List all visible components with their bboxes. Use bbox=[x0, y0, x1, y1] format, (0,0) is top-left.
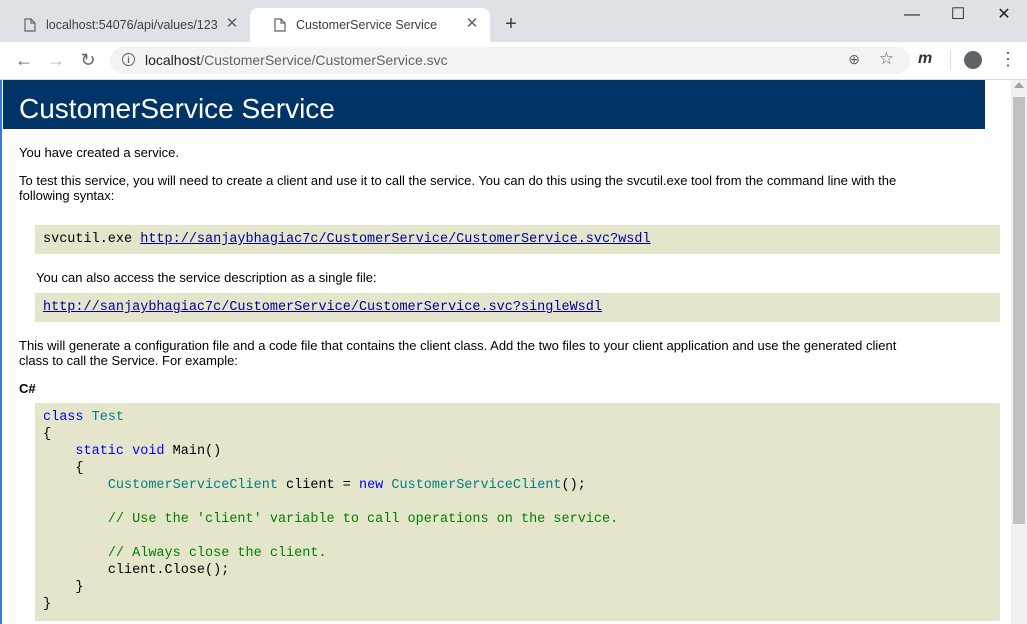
address-bar[interactable]: i localhost/CustomerService/CustomerServ… bbox=[110, 47, 910, 74]
code-type: CustomerServiceClient bbox=[107, 478, 278, 493]
scroll-up-arrow-icon[interactable] bbox=[1014, 82, 1024, 88]
back-button[interactable]: ← bbox=[12, 49, 36, 73]
url-text[interactable]: localhost/CustomerService/CustomerServic… bbox=[145, 52, 448, 68]
tab-strip: localhost:54076/api/values/123 ✕ Custome… bbox=[0, 0, 1027, 42]
maximize-button[interactable]: ☐ bbox=[935, 4, 981, 30]
svcutil-command-box: svcutil.exe http://sanjaybhagiac7c/Custo… bbox=[35, 225, 1000, 254]
code-line: Main() bbox=[172, 444, 222, 459]
code-line: client = bbox=[277, 478, 359, 493]
browser-menu-icon[interactable]: ⋮ bbox=[999, 49, 1017, 70]
window-edge bbox=[0, 80, 2, 624]
code-comment: // Always close the client. bbox=[107, 546, 327, 561]
code-line: { bbox=[75, 461, 84, 476]
site-info-icon[interactable]: i bbox=[122, 53, 135, 66]
scrollbar-thumb[interactable] bbox=[1013, 97, 1025, 524]
tab-title: CustomerService Service bbox=[296, 18, 438, 32]
svcutil-command: svcutil.exe bbox=[43, 232, 141, 247]
toolbar-divider bbox=[950, 50, 951, 70]
zoom-icon[interactable]: ⊕ bbox=[848, 51, 860, 68]
minimize-button[interactable]: — bbox=[889, 4, 935, 30]
reload-button[interactable]: ↻ bbox=[76, 49, 100, 73]
browser-toolbar: ← → ↻ i localhost/CustomerService/Custom… bbox=[0, 42, 1027, 80]
profile-avatar-icon[interactable] bbox=[964, 51, 982, 69]
tab-customer-service[interactable]: CustomerService Service ✕ bbox=[250, 8, 490, 42]
code-line: { bbox=[43, 427, 52, 442]
single-wsdl-box: http://sanjaybhagiac7c/CustomerService/C… bbox=[35, 293, 1000, 322]
code-comment: // Use the 'client' variable to call ope… bbox=[107, 512, 619, 527]
intro-text: You have created a service. bbox=[19, 145, 179, 160]
single-wsdl-link[interactable]: http://sanjaybhagiac7c/CustomerService/C… bbox=[43, 300, 602, 315]
single-file-text: You can also access the service descript… bbox=[36, 270, 377, 285]
forward-button[interactable]: → bbox=[44, 49, 68, 73]
page-icon bbox=[274, 18, 286, 32]
vertical-scrollbar[interactable] bbox=[1011, 80, 1027, 624]
code-keyword: static bbox=[75, 444, 125, 459]
close-window-button[interactable]: ✕ bbox=[981, 4, 1027, 30]
tab-title: localhost:54076/api/values/123 bbox=[46, 18, 218, 32]
page-content: CustomerService Service You have created… bbox=[0, 80, 1011, 624]
bookmark-star-icon[interactable]: ☆ bbox=[879, 49, 894, 69]
generate-text-line2: class to call the Service. For example: bbox=[19, 353, 238, 368]
test-instructions-line1: To test this service, you will need to c… bbox=[19, 173, 897, 188]
generate-text-line1: This will generate a configuration file … bbox=[19, 338, 897, 353]
wsdl-link[interactable]: http://sanjaybhagiac7c/CustomerService/C… bbox=[140, 232, 650, 247]
url-path: /CustomerService/CustomerService.svc bbox=[200, 52, 448, 68]
code-line: (); bbox=[561, 478, 586, 493]
code-line: } bbox=[75, 580, 84, 595]
new-tab-button[interactable]: + bbox=[500, 13, 522, 35]
language-label: C# bbox=[19, 381, 36, 396]
code-line: } bbox=[43, 597, 52, 612]
url-host: localhost bbox=[145, 52, 201, 68]
code-keyword: class bbox=[43, 410, 84, 425]
code-type: CustomerServiceClient bbox=[391, 478, 562, 493]
code-keyword: new bbox=[358, 478, 384, 493]
code-keyword: void bbox=[132, 444, 165, 459]
page-icon bbox=[24, 18, 36, 32]
test-instructions-line2: following syntax: bbox=[19, 188, 115, 203]
code-type: Test bbox=[91, 410, 125, 425]
close-tab-icon[interactable]: ✕ bbox=[464, 16, 480, 32]
code-sample-box: class Test { static void Main() { Custom… bbox=[35, 403, 1000, 621]
page-title: CustomerService Service bbox=[3, 80, 985, 129]
extension-m-icon[interactable]: m bbox=[918, 50, 932, 68]
close-tab-icon[interactable]: ✕ bbox=[224, 16, 240, 32]
tab-api-values[interactable]: localhost:54076/api/values/123 ✕ bbox=[0, 8, 250, 42]
code-line: client.Close(); bbox=[107, 563, 230, 578]
